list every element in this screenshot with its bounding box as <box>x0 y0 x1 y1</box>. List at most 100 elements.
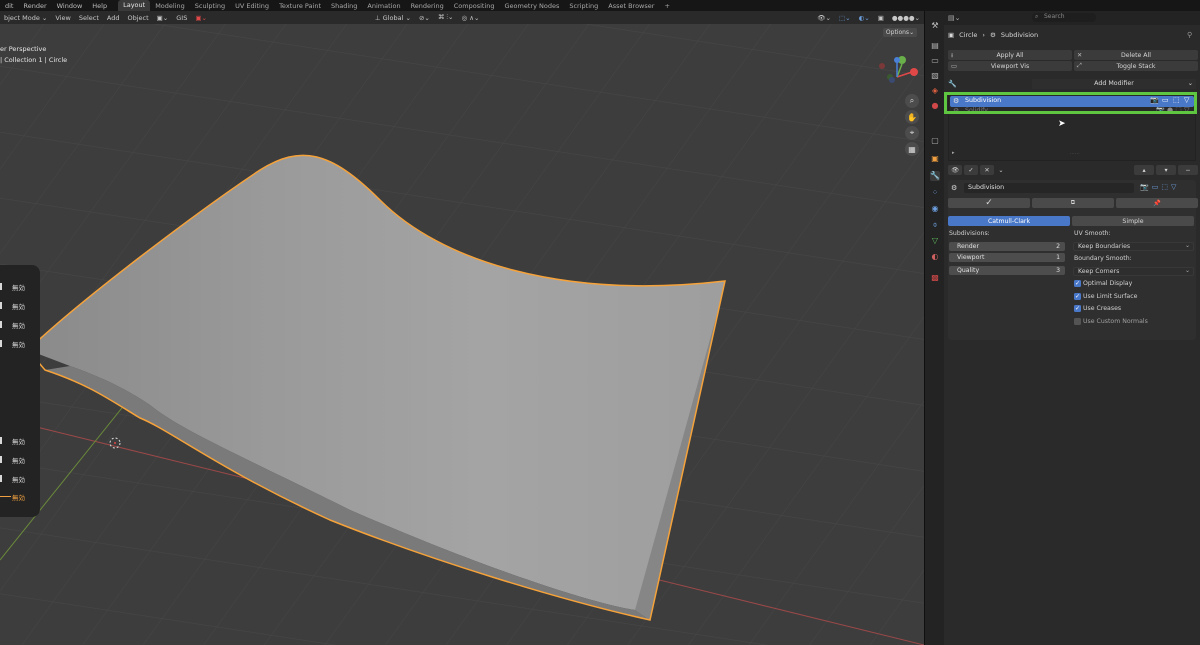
zoom-icon[interactable]: ⌕ <box>905 94 919 108</box>
list-item[interactable]: 無効 <box>0 318 40 330</box>
quality-field[interactable]: Quality 3 <box>949 266 1065 275</box>
tab-sculpting[interactable]: Sculpting <box>190 2 230 10</box>
move-up-icon[interactable]: ▴ <box>1134 165 1154 175</box>
list-item[interactable]: 無効 <box>0 453 40 465</box>
apply-button[interactable]: ✓ <box>948 198 1030 208</box>
list-item[interactable]: 無効 <box>0 434 40 446</box>
visibility-icon[interactable]: 👁⌄ <box>813 14 835 22</box>
render-levels-field[interactable]: Render 2 <box>949 242 1065 251</box>
list-item-active[interactable]: 無効 <box>0 490 40 502</box>
ortho-toggle-icon[interactable]: ▦ <box>905 142 919 156</box>
use-creases-checkbox[interactable]: ✓ <box>1074 305 1081 312</box>
z-axis-handle[interactable] <box>894 57 900 63</box>
options-button[interactable]: Options ⌄ <box>883 28 917 37</box>
check-icon[interactable]: ✓ <box>964 165 978 175</box>
delete-all-button[interactable]: ✕ Delete All <box>1074 50 1198 60</box>
tool-tab-icon[interactable]: ⚒ <box>930 21 940 31</box>
tab-animation[interactable]: Animation <box>362 2 405 10</box>
physics-tab-icon[interactable]: ◉ <box>930 204 940 214</box>
pivot-icon[interactable]: ⊘⌄ <box>415 14 434 22</box>
gizmo-toggle-icon[interactable]: ⬚⌄ <box>835 14 855 22</box>
list-item[interactable]: 無効 <box>0 472 40 484</box>
object-tab-icon[interactable]: ▣ <box>930 154 940 164</box>
pin-button[interactable]: 📌 <box>1116 198 1198 208</box>
search-input[interactable]: ⌕ Search <box>1032 13 1096 22</box>
world-tab-icon[interactable]: ● <box>930 101 940 111</box>
orientation-selector[interactable]: ⊥ Global ⌄ <box>371 14 415 22</box>
constraints-tab-icon[interactable]: ⌽ <box>930 220 940 230</box>
snap-icon[interactable]: ⌘ ⫶⌄ <box>434 13 458 22</box>
tab-texture-paint[interactable]: Texture Paint <box>274 2 326 10</box>
particles-tab-icon[interactable]: ⁘ <box>930 188 940 198</box>
boundary-smooth-dropdown[interactable]: Keep Corners ⌄ <box>1073 267 1194 276</box>
gis-warning-icon[interactable]: ▣⌄ <box>191 14 211 22</box>
modifier-tab-icon[interactable]: 🔧 <box>930 171 940 181</box>
pan-hand-icon[interactable]: ✋ <box>905 110 919 124</box>
x-axis-handle[interactable] <box>910 68 918 76</box>
texture-tab-icon[interactable]: ▩ <box>930 273 940 283</box>
tab-compositing[interactable]: Compositing <box>449 2 500 10</box>
viewport-levels-field[interactable]: Viewport 1 <box>949 253 1065 262</box>
apply-all-button[interactable]: ⭳ Apply All <box>948 50 1072 60</box>
output-tab-icon[interactable]: ▭ <box>930 56 940 66</box>
toggle-stack-button[interactable]: ⤢ Toggle Stack <box>1074 61 1198 71</box>
menu-object[interactable]: Object <box>123 14 152 22</box>
eye-icon[interactable]: 👁 <box>948 165 962 175</box>
remove-icon[interactable]: − <box>1178 165 1198 175</box>
scene-tab-icon[interactable]: ◈ <box>930 86 940 96</box>
tab-modeling[interactable]: Modeling <box>150 2 190 10</box>
cage-toggle-icon[interactable]: ▽ <box>1171 183 1176 193</box>
tab-scripting[interactable]: Scripting <box>564 2 603 10</box>
menu-gis[interactable]: GIS <box>172 14 191 22</box>
tab-geometry-nodes[interactable]: Geometry Nodes <box>500 2 565 10</box>
proportional-edit-icon[interactable]: ◎ ∧⌄ <box>457 14 483 22</box>
camera-view-icon[interactable]: ⌖ <box>905 126 919 140</box>
3d-viewport[interactable]: er Perspective | Collection 1 | Circle O… <box>0 24 924 645</box>
list-item[interactable]: 無効 <box>0 280 40 292</box>
close-icon[interactable]: ✕ <box>980 165 994 175</box>
menu-render[interactable]: Render <box>18 2 51 10</box>
xray-icon[interactable]: ▣ <box>874 14 888 22</box>
add-modifier-dropdown[interactable]: Add Modifier ⌄ <box>1032 79 1196 89</box>
render-toggle-icon[interactable]: 📷 <box>1140 183 1149 193</box>
duplicate-button[interactable]: ⧉ <box>1032 198 1114 208</box>
viewport-toggle-icon[interactable]: ▭ <box>1152 183 1159 193</box>
tab-simple[interactable]: Simple <box>1072 216 1194 226</box>
material-tab-icon[interactable]: ◐ <box>930 252 940 262</box>
pin-icon[interactable]: ⚲ <box>1187 31 1192 39</box>
menu-add[interactable]: Add <box>103 14 124 22</box>
tab-asset-browser[interactable]: Asset Browser <box>603 2 659 10</box>
overlay-toggle-icon[interactable]: ◐⌄ <box>855 14 874 22</box>
mode-selector[interactable]: bject Mode ⌄ <box>0 14 51 22</box>
move-down-icon[interactable]: ▾ <box>1156 165 1176 175</box>
tab-rendering[interactable]: Rendering <box>406 2 449 10</box>
uv-smooth-dropdown[interactable]: Keep Boundaries ⌄ <box>1073 242 1194 251</box>
use-custom-normals-checkbox[interactable] <box>1074 318 1081 325</box>
shading-modes-icon[interactable]: ●●●●⌄ <box>888 14 924 22</box>
editmode-toggle-icon[interactable]: ⬚ <box>1161 183 1168 193</box>
use-limit-surface-checkbox[interactable]: ✓ <box>1074 293 1081 300</box>
tab-uv-editing[interactable]: UV Editing <box>230 2 274 10</box>
tab-shading[interactable]: Shading <box>326 2 362 10</box>
viewport-vis-button[interactable]: ▭ Viewport Vis <box>948 61 1072 71</box>
menu-view[interactable]: View <box>51 14 74 22</box>
menu-select[interactable]: Select <box>75 14 103 22</box>
resize-handle[interactable]: ⋯⋯ <box>1070 151 1080 157</box>
properties-editor-icon[interactable]: ▤⌄ <box>948 14 960 22</box>
list-item[interactable]: 無効 <box>0 337 40 349</box>
menu-edit[interactable]: dit <box>0 2 18 10</box>
viewport-toggle-icon[interactable]: ▣⌄ <box>153 14 173 22</box>
render-tab-icon[interactable]: ▤ <box>930 41 940 51</box>
menu-window[interactable]: Window <box>52 2 88 10</box>
collection-tab-icon[interactable]: ▢ <box>930 136 940 146</box>
tab-catmull-clark[interactable]: Catmull-Clark <box>948 216 1070 226</box>
chevron-down-icon[interactable]: ⌄ <box>996 165 1006 175</box>
data-tab-icon[interactable]: ▽ <box>930 236 940 246</box>
add-workspace-button[interactable]: + <box>659 2 674 10</box>
view-layer-tab-icon[interactable]: ▧ <box>930 71 940 81</box>
optimal-display-checkbox[interactable]: ✓ <box>1074 280 1081 287</box>
modifier-name-field[interactable]: Subdivision <box>964 183 1134 193</box>
tab-layout[interactable]: Layout <box>118 0 151 11</box>
menu-help[interactable]: Help <box>87 2 112 10</box>
list-item[interactable]: 無効 <box>0 299 40 311</box>
